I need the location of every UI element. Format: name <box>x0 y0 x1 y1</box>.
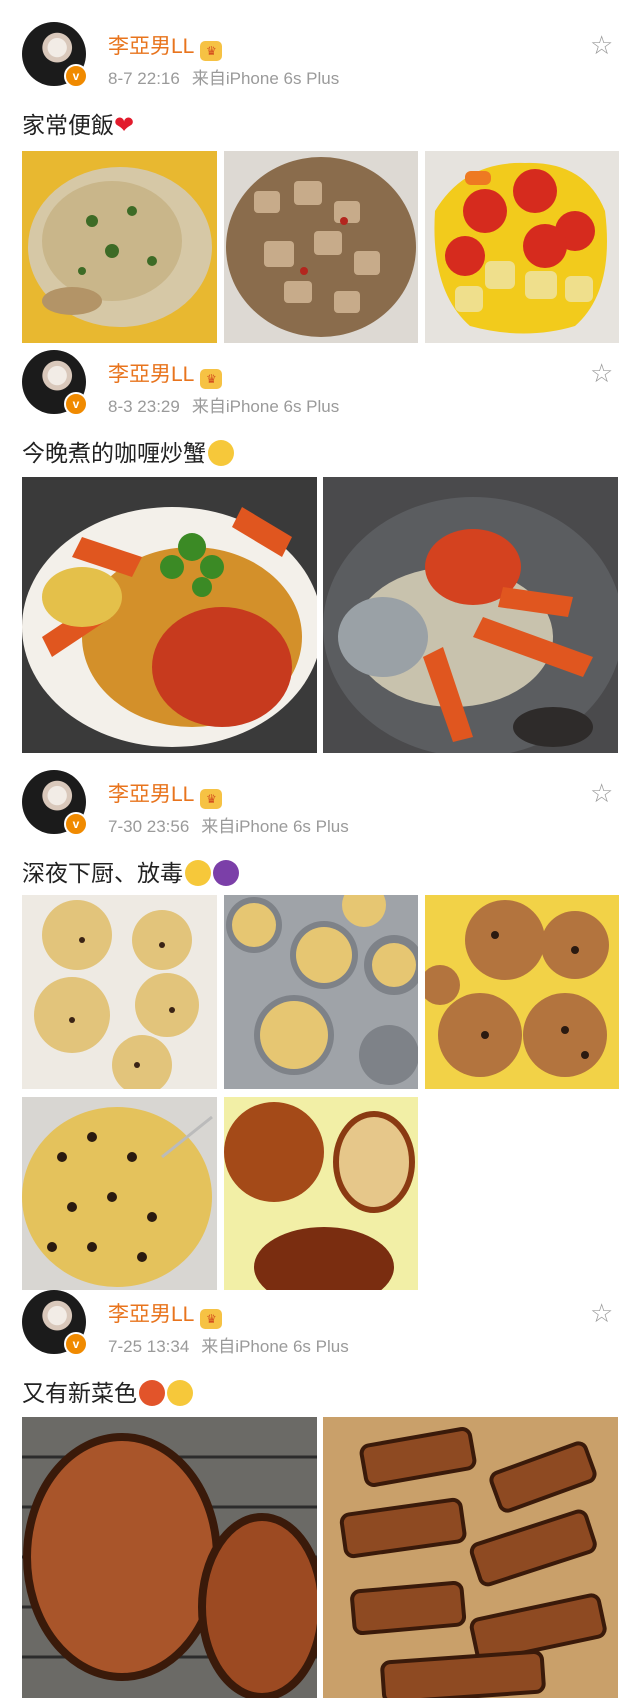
post-source: 来自iPhone 6s Plus <box>191 69 340 88</box>
post-caption: 今晚煮的咖喱炒蟹 <box>22 434 234 468</box>
food-photo-braised-pork[interactable] <box>224 151 418 343</box>
verified-badge-icon: v <box>64 64 88 88</box>
vip-crown-icon: ♛ <box>200 789 223 809</box>
username[interactable]: 李亞男LL ♛ <box>108 358 223 389</box>
avatar[interactable]: v <box>22 22 88 88</box>
verified-badge-icon: v <box>64 812 88 836</box>
username[interactable]: 李亞男LL ♛ <box>108 30 223 61</box>
food-photo-cookie-dough-bowl[interactable] <box>22 1097 217 1290</box>
post-date: 7-30 23:56 <box>108 817 190 836</box>
avatar[interactable]: v <box>22 350 88 416</box>
verified-badge-icon: v <box>64 1332 88 1356</box>
yum-face-emoji-icon <box>185 860 211 886</box>
vip-crown-icon: ♛ <box>200 1309 223 1329</box>
food-photo-tomato-potato[interactable] <box>425 151 619 343</box>
verified-badge-icon: v <box>64 392 88 416</box>
username[interactable]: 李亞男LL ♛ <box>108 778 223 809</box>
post-date: 7-25 13:34 <box>108 1337 190 1356</box>
red-heart-emoji-icon: ❤ <box>114 112 135 139</box>
post-date: 8-7 22:16 <box>108 69 180 88</box>
favorite-star-icon[interactable]: ☆ <box>590 360 616 386</box>
vip-crown-icon: ♛ <box>200 369 223 389</box>
favorite-star-icon[interactable]: ☆ <box>590 32 616 58</box>
smiling-devil-emoji-icon <box>213 860 239 886</box>
post-meta: 7-30 23:56 来自iPhone 6s Plus <box>108 812 349 837</box>
avatar[interactable]: v <box>22 1290 88 1356</box>
food-photo-scones-plate[interactable] <box>22 895 217 1089</box>
post-meta: 8-3 23:29 来自iPhone 6s Plus <box>108 392 339 417</box>
food-bowl-emoji-icon <box>139 1380 165 1406</box>
post-source: 来自iPhone 6s Plus <box>201 1337 349 1356</box>
post-caption: 又有新菜色 <box>22 1374 193 1408</box>
post-source: 来自iPhone 6s Plus <box>201 817 349 836</box>
food-photo-creamy-pasta[interactable] <box>22 151 217 343</box>
post-meta: 7-25 13:34 来自iPhone 6s Plus <box>108 1332 349 1357</box>
weibo-post: v 李亞男LL ♛ 8-3 23:29 来自iPhone 6s Plus ☆ 今晚煮… <box>0 350 640 770</box>
weibo-post: v 李亞男LL ♛ 8-7 22:16 来自iPhone 6s Plus ☆ 家常便… <box>0 0 640 350</box>
food-photo-muffin-tin[interactable] <box>224 895 418 1089</box>
food-photo-curry-crab-plate[interactable] <box>22 477 317 753</box>
post-caption: 家常便飯❤ <box>22 112 135 139</box>
food-photo-brioche-buns[interactable] <box>224 1097 418 1290</box>
post-date: 8-3 23:29 <box>108 397 180 416</box>
relieved-face-emoji-icon <box>208 440 234 466</box>
food-photo-grilled-pork-chops[interactable] <box>22 1417 317 1698</box>
vip-crown-icon: ♛ <box>200 41 223 61</box>
avatar[interactable]: v <box>22 770 88 836</box>
favorite-star-icon[interactable]: ☆ <box>590 780 616 806</box>
weibo-post: v 李亞男LL ♛ 7-25 13:34 来自iPhone 6s Plus ☆ 又有… <box>0 1290 640 1698</box>
post-source: 来自iPhone 6s Plus <box>191 397 340 416</box>
post-meta: 8-7 22:16 来自iPhone 6s Plus <box>108 64 339 89</box>
username[interactable]: 李亞男LL ♛ <box>108 1298 223 1329</box>
food-photo-sliced-pork[interactable] <box>323 1417 618 1698</box>
post-caption: 深夜下厨、放毒 <box>22 854 239 888</box>
favorite-star-icon[interactable]: ☆ <box>590 1300 616 1326</box>
food-photo-chocolate-chip-scones[interactable] <box>425 895 619 1089</box>
food-photo-crab-in-wok[interactable] <box>323 477 618 753</box>
grinning-cat-emoji-icon <box>167 1380 193 1406</box>
weibo-post: v 李亞男LL ♛ 7-30 23:56 来自iPhone 6s Plus ☆ 深夜… <box>0 770 640 1290</box>
